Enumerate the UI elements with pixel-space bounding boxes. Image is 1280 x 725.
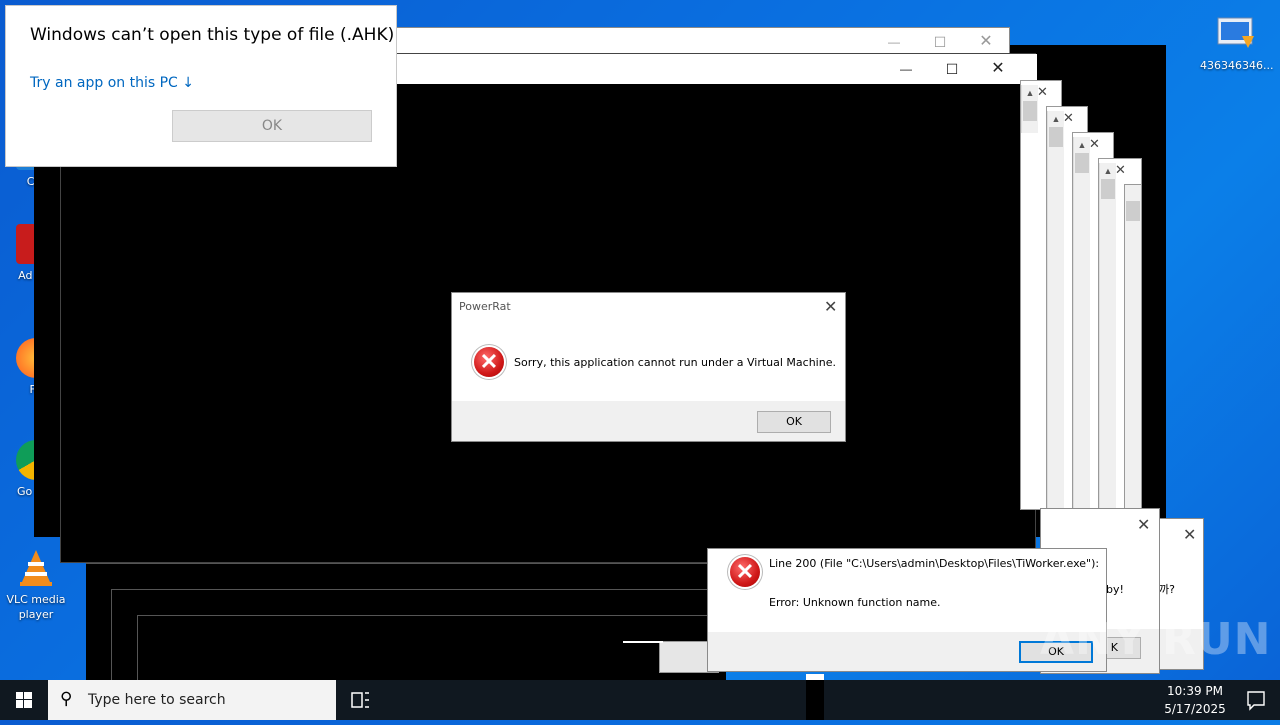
minimize-button[interactable]: —: [883, 55, 929, 83]
scroll-up-icon[interactable]: ▲: [1074, 137, 1090, 153]
scrollbar[interactable]: ▲: [1073, 137, 1090, 511]
stacked-window-5: [1124, 184, 1142, 516]
scroll-thumb[interactable]: [1023, 101, 1037, 121]
open-with-dialog: Windows can’t open this type of file (.A…: [5, 5, 397, 167]
powerrat-dialog: PowerRat ✕ ✕ Sorry, this application can…: [451, 292, 846, 442]
stacked-outline-3: [137, 615, 727, 681]
windows-icon: [16, 692, 32, 708]
scroll-up-icon[interactable]: ▲: [1022, 85, 1038, 101]
close-icon[interactable]: ✕: [1063, 111, 1074, 126]
clock-date: 5/17/2025: [1164, 702, 1226, 716]
close-icon[interactable]: ✕: [1183, 525, 1196, 544]
notification-button[interactable]: [1232, 680, 1280, 720]
close-button[interactable]: ✕: [963, 28, 1009, 56]
close-button[interactable]: ✕: [975, 55, 1021, 83]
close-button[interactable]: ✕: [824, 297, 837, 316]
close-icon[interactable]: ✕: [1115, 163, 1126, 178]
scrollbar[interactable]: ▲: [1047, 111, 1064, 511]
scroll-up-icon[interactable]: ▲: [1100, 163, 1116, 179]
start-button[interactable]: [0, 680, 48, 720]
notification-icon: [1247, 691, 1265, 711]
dialog-title: PowerRat: [459, 300, 511, 313]
scrollbar[interactable]: ▲: [1021, 85, 1038, 133]
task-view-icon: [351, 692, 369, 708]
search-icon: ⚲: [60, 689, 73, 708]
console-titlebar: — ☐ ✕: [391, 54, 1037, 84]
background-dialog-line: [623, 641, 663, 643]
error-line2: Error: Unknown function name.: [769, 596, 941, 609]
taskbar: ⚲ Type here to search 10:39 PM 5/17/2025: [0, 674, 1280, 720]
maximize-button[interactable]: ☐: [917, 28, 963, 56]
clock-time: 10:39 PM: [1167, 684, 1223, 698]
ok-button[interactable]: OK: [757, 411, 831, 433]
installer-icon: [1216, 14, 1256, 54]
scroll-thumb[interactable]: [1049, 127, 1063, 147]
maximize-button[interactable]: ☐: [929, 55, 975, 83]
scrollbar[interactable]: ▲: [1099, 163, 1116, 511]
taskbar-black-block: [806, 680, 824, 720]
minimize-button[interactable]: —: [871, 28, 917, 56]
error-icon: ✕: [474, 347, 504, 377]
dialog-message: Sorry, this application cannot run under…: [514, 356, 836, 369]
try-app-link[interactable]: Try an app on this PC ↓: [30, 75, 194, 91]
scroll-thumb[interactable]: [1075, 153, 1089, 173]
search-box[interactable]: ⚲ Type here to search: [48, 680, 336, 720]
scroll-up-icon[interactable]: ▲: [1048, 111, 1064, 127]
error-line1: Line 200 (File "C:\Users\admin\Desktop\F…: [769, 557, 1100, 570]
ok-button[interactable]: OK: [172, 110, 372, 142]
close-icon[interactable]: ✕: [1037, 85, 1048, 100]
background-window-back: — ☐ ✕: [390, 27, 1010, 55]
scroll-thumb[interactable]: [1101, 179, 1115, 199]
search-placeholder: Type here to search: [88, 692, 226, 708]
close-icon[interactable]: ✕: [1089, 137, 1100, 152]
desktop-icon-label: VLC media player: [6, 593, 66, 621]
dialog-title: Windows can’t open this type of file (.A…: [30, 25, 395, 45]
dialog-text: 까?: [1159, 583, 1175, 596]
vlc-icon: [16, 548, 56, 588]
scroll-thumb[interactable]: [1126, 201, 1140, 221]
desktop-icon-file[interactable]: 436346346...: [1200, 14, 1274, 73]
watermark: ANY RUN: [1040, 614, 1272, 665]
taskbar-white-block: [806, 674, 824, 680]
close-icon[interactable]: ✕: [1137, 515, 1150, 534]
task-view-button[interactable]: [340, 680, 380, 720]
desktop-icon-label: 436346346...: [1200, 59, 1274, 72]
error-icon: ✕: [730, 557, 760, 587]
